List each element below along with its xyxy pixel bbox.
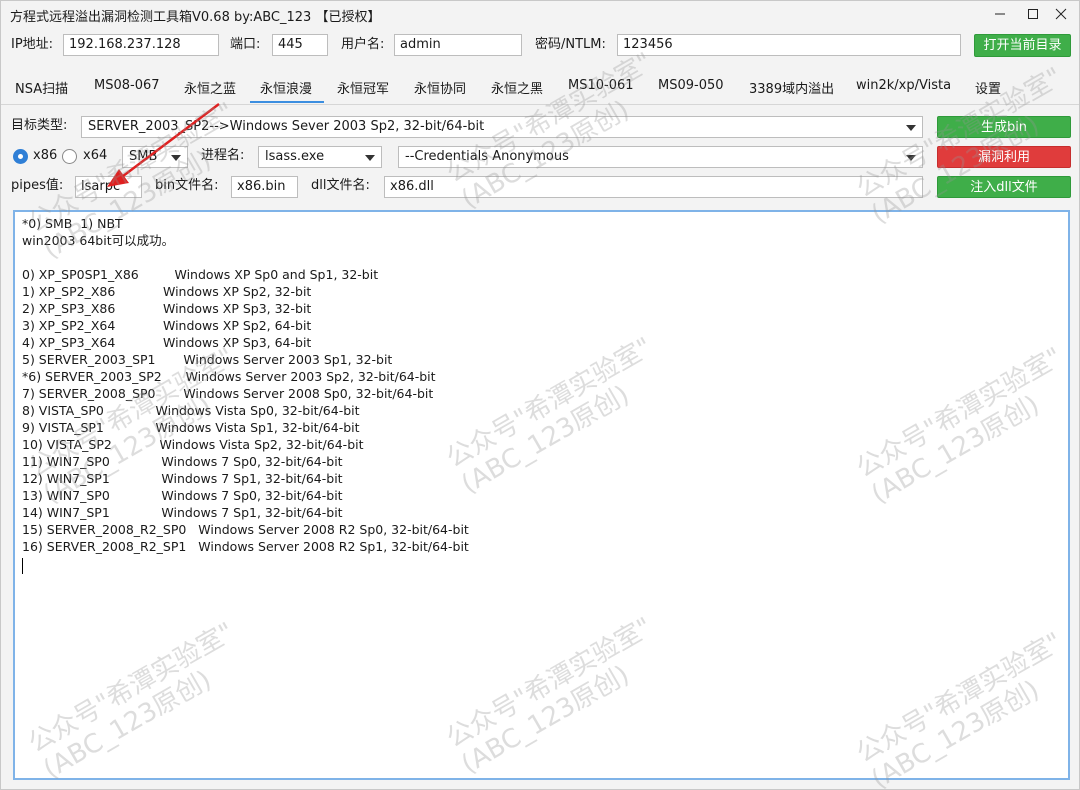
tab-3389-domain[interactable]: 3389域内溢出: [749, 78, 834, 97]
process-select[interactable]: lsass.exe: [258, 146, 382, 168]
app-window: 方程式远程溢出漏洞检测工具箱V0.68 by:ABC_123 【已授权】 IP地…: [0, 0, 1080, 790]
tab-bar: NSA扫描 MS08-067 永恒之蓝 永恒浪漫 永恒冠军 永恒协同 永恒之黑 …: [1, 71, 1079, 105]
output-line: 0) XP_SP0SP1_X86 Windows XP Sp0 and Sp1,…: [22, 267, 379, 282]
target-type-label: 目标类型:: [11, 118, 68, 133]
tab-eternalsynergy[interactable]: 永恒协同: [414, 78, 466, 97]
bin-filename-input[interactable]: x86.bin: [231, 176, 298, 198]
output-line: 7) SERVER_2008_SP0 Windows Server 2008 S…: [22, 386, 434, 401]
target-type-select[interactable]: SERVER_2003_SP2-->Windows Sever 2003 Sp2…: [81, 116, 923, 138]
chevron-down-icon: [365, 155, 375, 161]
output-line: 4) XP_SP3_X64 Windows XP Sp3, 64-bit: [22, 335, 312, 350]
output-line: 13) WIN7_SP0 Windows 7 Sp0, 32-bit/64-bi…: [22, 488, 343, 503]
minimize-icon: [995, 13, 1005, 15]
tab-win2k-xp-vista[interactable]: win2k/xp/Vista: [856, 78, 951, 93]
x64-radio[interactable]: [62, 149, 77, 164]
tab-eternalromance[interactable]: 永恒浪漫: [260, 78, 312, 97]
credentials-select[interactable]: --Credentials Anonymous: [398, 146, 923, 168]
output-line: 9) VISTA_SP1 Windows Vista Sp1, 32-bit/6…: [22, 420, 360, 435]
dll-filename-label: dll文件名:: [311, 178, 370, 193]
inject-dll-button[interactable]: 注入dll文件: [937, 176, 1071, 198]
minimize-button[interactable]: [982, 1, 1018, 27]
title-bar: 方程式远程溢出漏洞检测工具箱V0.68 by:ABC_123 【已授权】: [1, 1, 1079, 29]
output-line: 3) XP_SP2_X64 Windows XP Sp2, 64-bit: [22, 318, 312, 333]
pipes-input[interactable]: lsarpc: [75, 176, 142, 198]
pipes-label: pipes值:: [11, 178, 64, 193]
chevron-down-icon: [906, 155, 916, 161]
x64-label: x64: [83, 148, 108, 163]
text-caret: [22, 558, 23, 574]
output-line: 16) SERVER_2008_R2_SP1 Windows Server 20…: [22, 539, 469, 554]
window-title: 方程式远程溢出漏洞检测工具箱V0.68 by:ABC_123 【已授权】: [10, 10, 381, 25]
protocol-select[interactable]: SMB: [122, 146, 188, 168]
ip-input[interactable]: 192.168.237.128: [63, 34, 219, 56]
username-input[interactable]: admin: [394, 34, 522, 56]
chevron-down-icon: [906, 125, 916, 131]
tab-ms09-050[interactable]: MS09-050: [658, 78, 724, 93]
output-line: 2) XP_SP3_X86 Windows XP Sp3, 32-bit: [22, 301, 312, 316]
tab-eternaldarkness[interactable]: 永恒之黑: [491, 78, 543, 97]
output-line: win2003 64bit可以成功。: [22, 233, 175, 248]
output-line: 11) WIN7_SP0 Windows 7 Sp0, 32-bit/64-bi…: [22, 454, 343, 469]
bin-filename-label: bin文件名:: [155, 178, 219, 193]
output-line: 14) WIN7_SP1 Windows 7 Sp1, 32-bit/64-bi…: [22, 505, 343, 520]
ip-label: IP地址:: [11, 37, 54, 52]
protocol-value: SMB: [129, 149, 158, 164]
output-line: 1) XP_SP2_X86 Windows XP Sp2, 32-bit: [22, 284, 312, 299]
x86-radio[interactable]: [13, 149, 28, 164]
close-button[interactable]: [1043, 1, 1079, 27]
output-line: 12) WIN7_SP1 Windows 7 Sp1, 32-bit/64-bi…: [22, 471, 343, 486]
port-input[interactable]: 445: [272, 34, 328, 56]
password-label: 密码/NTLM:: [535, 37, 606, 52]
tab-ms08-067[interactable]: MS08-067: [94, 78, 160, 93]
close-icon: [1055, 8, 1067, 20]
credentials-value: --Credentials Anonymous: [405, 149, 569, 164]
tab-settings[interactable]: 设置: [975, 78, 1001, 97]
output-textarea[interactable]: *0) SMB 1) NBT win2003 64bit可以成功。 0) XP_…: [13, 210, 1070, 780]
output-line: 5) SERVER_2003_SP1 Windows Server 2003 S…: [22, 352, 393, 367]
dll-filename-input[interactable]: x86.dll: [384, 176, 923, 198]
x86-label: x86: [33, 148, 58, 163]
output-line: *0) SMB 1) NBT: [22, 216, 123, 231]
output-line: 15) SERVER_2008_R2_SP0 Windows Server 20…: [22, 522, 469, 537]
exploit-button[interactable]: 漏洞利用: [937, 146, 1071, 168]
maximize-icon: [1028, 9, 1038, 19]
chevron-down-icon: [171, 155, 181, 161]
generate-bin-button[interactable]: 生成bin: [937, 116, 1071, 138]
port-label: 端口:: [230, 37, 261, 52]
output-line: *6) SERVER_2003_SP2 Windows Server 2003 …: [22, 369, 436, 384]
password-input[interactable]: 123456: [617, 34, 961, 56]
tab-eternalchampion[interactable]: 永恒冠军: [337, 78, 389, 97]
output-line: 8) VISTA_SP0 Windows Vista Sp0, 32-bit/6…: [22, 403, 360, 418]
process-label: 进程名:: [201, 148, 245, 163]
active-tab-indicator: [250, 101, 324, 103]
tab-eternalblue[interactable]: 永恒之蓝: [184, 78, 236, 97]
output-line: 10) VISTA_SP2 Windows Vista Sp2, 32-bit/…: [22, 437, 364, 452]
tab-ms10-061[interactable]: MS10-061: [568, 78, 634, 93]
open-directory-button[interactable]: 打开当前目录: [974, 34, 1071, 57]
tab-nsa-scan[interactable]: NSA扫描: [15, 78, 68, 97]
process-value: lsass.exe: [265, 149, 325, 164]
username-label: 用户名:: [341, 37, 385, 52]
target-type-value: SERVER_2003_SP2-->Windows Sever 2003 Sp2…: [88, 119, 485, 134]
